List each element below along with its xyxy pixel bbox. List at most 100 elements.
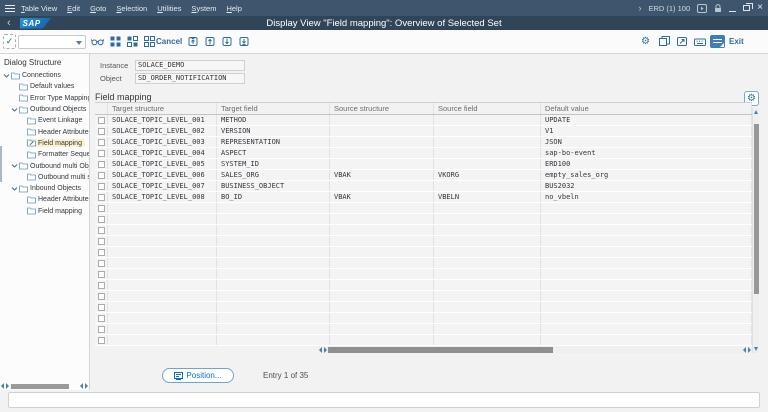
- scroll-right-icon[interactable]: [324, 347, 327, 353]
- scroll-down-icon[interactable]: [754, 347, 758, 351]
- table-cell: [330, 137, 434, 147]
- row-checkbox[interactable]: [98, 216, 105, 223]
- tree-item-inbound-objects[interactable]: Inbound Objects: [0, 183, 89, 194]
- scroll-left-icon[interactable]: [1, 383, 4, 389]
- sidebar-horizontal-scrollbar[interactable]: [0, 383, 89, 389]
- table-cell: [330, 181, 434, 191]
- tree-item-field-mapping[interactable]: Field mapping: [0, 138, 89, 149]
- row-checkbox[interactable]: [98, 249, 105, 256]
- last-page-icon[interactable]: [237, 34, 252, 49]
- chevron-down-icon[interactable]: [10, 163, 18, 169]
- generate-shortcut-icon[interactable]: [675, 34, 690, 49]
- deselect-all-icon[interactable]: [142, 34, 157, 49]
- table-vscroll-thumb[interactable]: [754, 124, 759, 294]
- combo-dropdown-icon[interactable]: [76, 41, 82, 45]
- sidebar-vertical-scroll-thumb[interactable]: [0, 146, 2, 182]
- scroll-right-icon[interactable]: [6, 383, 9, 389]
- tree-item-outbound-multi-objects[interactable]: Outbound multi Objects: [0, 160, 89, 171]
- scroll-left-icon[interactable]: [319, 347, 322, 353]
- first-page-icon[interactable]: [186, 34, 201, 49]
- column-header-default-value[interactable]: Default value: [541, 103, 752, 114]
- menu-item-system[interactable]: System: [191, 4, 216, 13]
- menu-item-selection[interactable]: Selection: [116, 4, 147, 13]
- row-checkbox[interactable]: [98, 139, 105, 146]
- page-up-icon[interactable]: [203, 34, 218, 49]
- select-block-icon[interactable]: [125, 34, 140, 49]
- scroll-up-icon[interactable]: [754, 110, 758, 114]
- page-title: Display View "Field mapping": Overview o…: [0, 18, 768, 29]
- row-checkbox[interactable]: [98, 194, 105, 201]
- command-input[interactable]: [20, 37, 74, 47]
- chevron-right-icon[interactable]: ›: [638, 3, 641, 13]
- tree-item-default-values[interactable]: Default values: [0, 81, 89, 92]
- row-checkbox[interactable]: [98, 293, 105, 300]
- row-checkbox[interactable]: [98, 227, 105, 234]
- scroll-left-icon[interactable]: [743, 347, 746, 353]
- keyboard-icon[interactable]: [692, 34, 707, 49]
- cancel-button[interactable]: Cancel: [156, 34, 182, 49]
- scroll-right-icon[interactable]: [748, 347, 751, 353]
- row-checkbox[interactable]: [98, 260, 105, 267]
- column-header-target-field[interactable]: Target field: [217, 103, 330, 114]
- row-checkbox[interactable]: [98, 128, 105, 135]
- tree-item-header-attributes[interactable]: Header Attributes: [0, 126, 89, 137]
- command-field[interactable]: [18, 35, 86, 49]
- status-message-field[interactable]: [8, 392, 760, 408]
- new-window-icon[interactable]: [657, 34, 672, 49]
- tree-item-outbound-objects[interactable]: Outbound Objects: [0, 104, 89, 115]
- exit-button[interactable]: Exit: [729, 34, 744, 49]
- chevron-down-icon[interactable]: [10, 186, 18, 192]
- select-all-icon[interactable]: [108, 34, 123, 49]
- row-checkbox[interactable]: [98, 172, 105, 179]
- tree-item-formatter-sequence[interactable]: Formatter Sequence: [0, 149, 89, 160]
- row-checkbox[interactable]: [98, 205, 105, 212]
- position-button[interactable]: Position...: [162, 368, 234, 383]
- field-mapping-table: Target structureTarget fieldSource struc…: [95, 102, 752, 346]
- minimize-button[interactable]: [729, 5, 736, 12]
- table-vertical-scrollbar[interactable]: [752, 108, 759, 353]
- row-checkbox[interactable]: [98, 238, 105, 245]
- tree-item-connections[interactable]: Connections: [0, 70, 89, 81]
- scroll-left-icon[interactable]: [80, 383, 83, 389]
- row-checkbox[interactable]: [98, 150, 105, 157]
- settings-gear-icon[interactable]: ⚙: [638, 34, 653, 49]
- tree-item-header-attributes[interactable]: Header Attributes: [0, 194, 89, 205]
- row-checkbox[interactable]: [98, 337, 105, 344]
- display-change-icon[interactable]: [90, 34, 105, 49]
- menu-item-edit[interactable]: Edit: [67, 4, 80, 13]
- enter-button[interactable]: ✓: [3, 34, 16, 49]
- scroll-right-icon[interactable]: [85, 383, 88, 389]
- tree-item-field-mapping[interactable]: Field mapping: [0, 206, 89, 217]
- sidebar-hscroll-thumb[interactable]: [11, 384, 69, 389]
- chevron-down-icon[interactable]: [10, 107, 18, 113]
- row-checkbox[interactable]: [98, 183, 105, 190]
- play-box-icon[interactable]: [697, 4, 707, 13]
- tree-item-outbound-multi-sub-ob[interactable]: Outbound multi sub Ob: [0, 172, 89, 183]
- tree-item-event-linkage[interactable]: Event Linkage: [0, 115, 89, 126]
- row-checkbox[interactable]: [98, 161, 105, 168]
- chevron-down-icon[interactable]: [2, 73, 10, 79]
- column-header-source-field[interactable]: Source field: [434, 103, 541, 114]
- column-header-source-structure[interactable]: Source structure: [330, 103, 434, 114]
- row-checkbox[interactable]: [98, 304, 105, 311]
- menu-item-utilities[interactable]: Utilities: [157, 4, 181, 13]
- tree-item-error-type-mapping[interactable]: Error Type Mapping: [0, 93, 89, 104]
- close-button[interactable]: ×: [757, 4, 763, 12]
- menu-item-goto[interactable]: Goto: [90, 4, 106, 13]
- gui-options-menu-icon[interactable]: [710, 35, 725, 48]
- hamburger-menu-icon[interactable]: [5, 5, 15, 12]
- row-checkbox[interactable]: [98, 117, 105, 124]
- row-checkbox[interactable]: [98, 282, 105, 289]
- row-checkbox[interactable]: [98, 326, 105, 333]
- table-hscroll-thumb[interactable]: [328, 347, 553, 353]
- row-checkbox[interactable]: [98, 315, 105, 322]
- menu-item-help[interactable]: Help: [226, 4, 241, 13]
- table-horizontal-scrollbar[interactable]: [318, 346, 752, 353]
- tree-item-label: Header Attributes: [38, 196, 89, 203]
- page-down-icon[interactable]: [220, 34, 235, 49]
- menu-item-table-view[interactable]: Table View: [21, 4, 57, 13]
- lock-icon[interactable]: [714, 4, 722, 13]
- row-checkbox[interactable]: [98, 271, 105, 278]
- column-header-target-structure[interactable]: Target structure: [108, 103, 217, 114]
- restore-window-button[interactable]: [743, 5, 750, 11]
